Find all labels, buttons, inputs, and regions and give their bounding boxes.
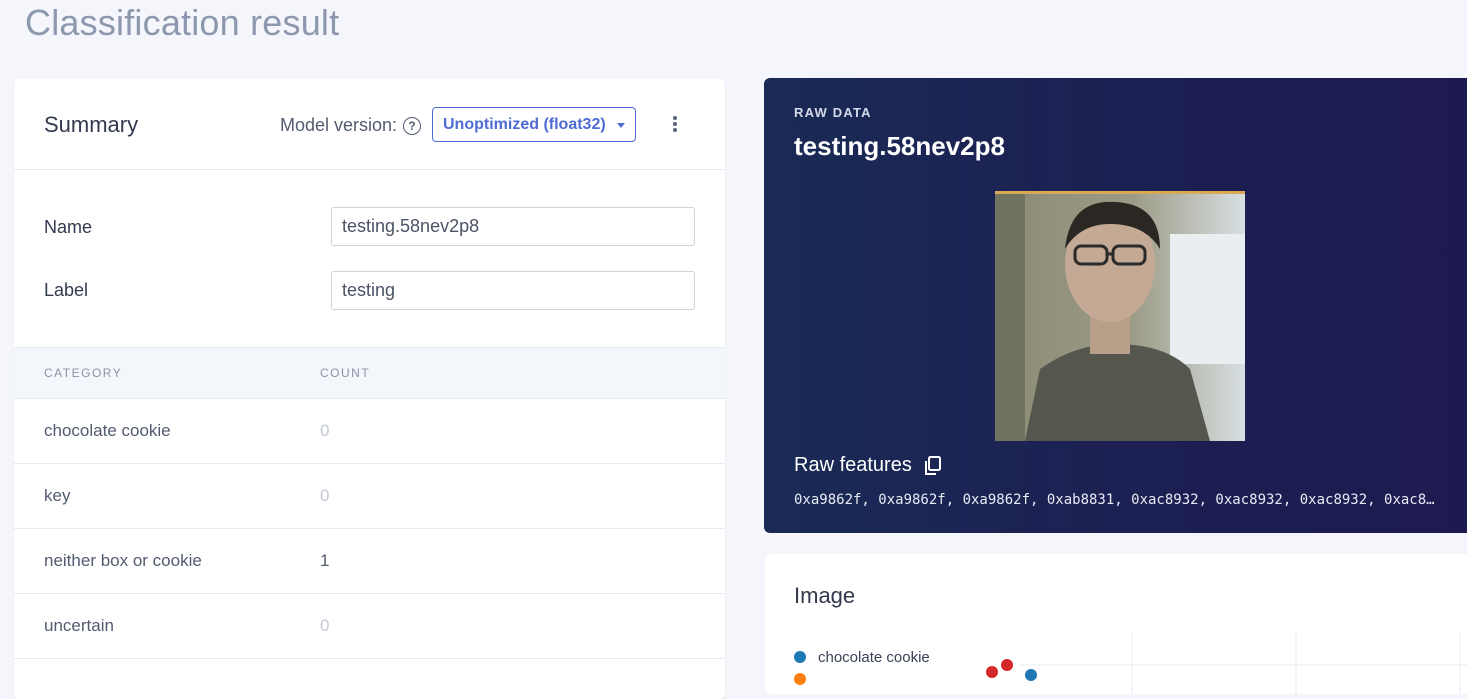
- table-row: chocolate cookie 0: [14, 399, 725, 464]
- legend: chocolate cookie: [794, 646, 930, 690]
- column-header-count: COUNT: [320, 366, 371, 380]
- scatter-point: [1025, 669, 1037, 681]
- table-header: CATEGORY COUNT: [14, 347, 725, 399]
- summary-title: Summary: [44, 112, 139, 137]
- name-field[interactable]: testing.58nev2p8: [331, 207, 695, 246]
- label-label: Label: [44, 280, 89, 300]
- legend-dot: [794, 673, 806, 685]
- column-header-category: CATEGORY: [44, 366, 123, 380]
- count-cell: 0: [320, 616, 330, 635]
- raw-features-values: 0xa9862f, 0xa9862f, 0xa9862f, 0xab8831, …: [794, 492, 1439, 508]
- table-row: neither box or cookie 1: [14, 529, 725, 594]
- raw-features-label: Raw features: [794, 454, 912, 476]
- category-cell: uncertain: [44, 616, 114, 635]
- sample-image-preview: [995, 191, 1245, 441]
- legend-item: chocolate cookie: [794, 646, 930, 668]
- legend-label: chocolate cookie: [818, 648, 930, 666]
- table-row: uncertain 0: [14, 594, 725, 659]
- summary-card: Summary Model version: ? Unoptimized (fl…: [14, 79, 725, 699]
- scatter-point: [986, 666, 998, 678]
- summary-header: Summary Model version: ? Unoptimized (fl…: [14, 79, 725, 170]
- image-panel: Image chocolate cookie: [765, 554, 1467, 694]
- model-version-select[interactable]: Unoptimized (float32): [432, 107, 636, 142]
- category-cell: key: [44, 486, 71, 505]
- category-cell: neither box or cookie: [44, 551, 202, 570]
- count-cell: 1: [320, 551, 330, 570]
- chevron-down-icon: [617, 123, 625, 128]
- legend-dot: [794, 651, 806, 663]
- label-field[interactable]: testing: [331, 271, 695, 310]
- count-cell: 0: [320, 486, 330, 505]
- model-version-value: Unoptimized (float32): [443, 115, 606, 133]
- model-version-label-group: Model version: ?: [280, 115, 422, 136]
- more-vertical-icon[interactable]: [669, 114, 681, 134]
- page-title: Classification result: [25, 2, 340, 43]
- raw-features-heading: Raw features: [794, 454, 942, 477]
- scatter-plot: [986, 632, 1467, 694]
- help-icon[interactable]: ?: [403, 116, 422, 135]
- scatter-point: [1001, 659, 1013, 671]
- count-cell: 0: [320, 421, 330, 440]
- name-label: Name: [44, 217, 93, 237]
- raw-data-title: testing.58nev2p8: [794, 131, 1005, 161]
- image-panel-title: Image: [794, 583, 856, 608]
- raw-data-eyebrow: RAW DATA: [794, 105, 872, 120]
- legend-item: [794, 668, 930, 690]
- copy-icon[interactable]: [924, 455, 942, 476]
- raw-data-panel: RAW DATA testing.58nev2p8 Raw features 0…: [764, 78, 1467, 533]
- model-version-label: Model version:: [280, 115, 398, 135]
- table-row: key 0: [14, 464, 725, 529]
- category-cell: chocolate cookie: [44, 421, 171, 440]
